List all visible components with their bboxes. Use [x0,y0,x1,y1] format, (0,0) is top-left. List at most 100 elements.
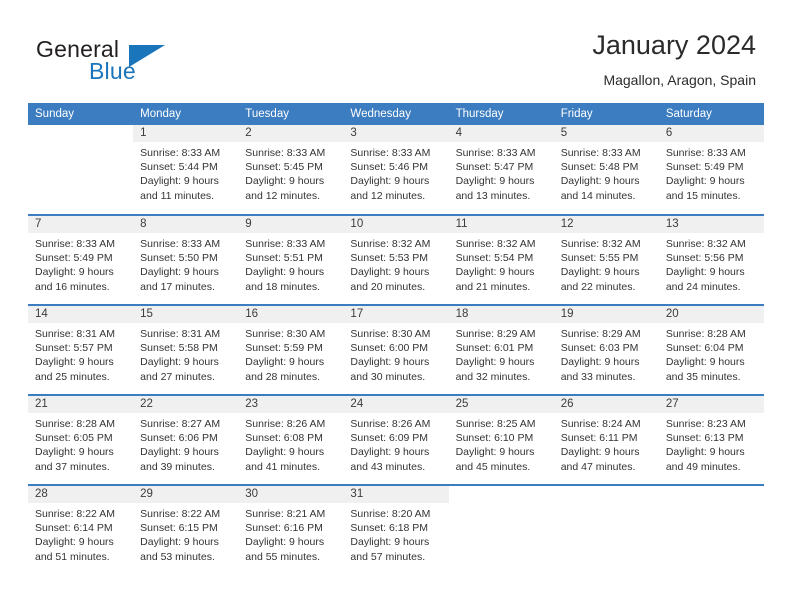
calendar-day[interactable]: 30 Sunrise: 8:21 AM Sunset: 6:16 PM Dayligh… [238,486,344,574]
page-title: January 2024 [592,30,756,60]
calendar-day[interactable]: 20 Sunrise: 8:28 AM Sunset: 6:04 PM Dayligh… [658,306,764,394]
calendar-day[interactable]: 4 Sunrise: 8:33 AM Sunset: 5:47 PM Daylight… [448,125,554,213]
day-details: Sunrise: 8:33 AM Sunset: 5:48 PM Daylight:… [554,142,659,203]
calendar-day[interactable]: 14 Sunrise: 8:31 AM Sunset: 5:57 PM Dayligh… [28,306,134,394]
calendar-day[interactable]: 9 Sunrise: 8:33 AM Sunset: 5:51 PM Daylight… [238,216,344,304]
calendar-day[interactable]: 17 Sunrise: 8:30 AM Sunset: 6:00 PM Dayligh… [343,306,449,394]
sunset-time: Sunset: 5:44 PM [140,161,218,174]
sunrise-time: Sunrise: 8:33 AM [455,147,536,159]
calendar-cell [448,484,554,575]
day-number: 8 [133,216,239,233]
day-number: 3 [343,125,449,142]
daylight-duration-line1: Daylight: 9 hours [35,266,114,279]
calendar-cell: 18 Sunrise: 8:29 AM Sunset: 6:01 PM Dayligh… [448,304,554,395]
calendar-day[interactable]: 3 Sunrise: 8:33 AM Sunset: 5:46 PM Daylight… [343,125,449,213]
weekday-header-monday: Monday [133,103,239,125]
sunrise-time: Sunrise: 8:33 AM [140,147,221,159]
daylight-duration-line2: and 17 minutes. [140,280,215,293]
calendar-day[interactable]: 2 Sunrise: 8:33 AM Sunset: 5:45 PM Daylight… [238,125,344,213]
calendar-day[interactable]: 6 Sunrise: 8:33 AM Sunset: 5:49 PM Daylight… [658,125,764,213]
sunrise-time: Sunrise: 8:23 AM [665,418,746,430]
daylight-duration-line2: and 35 minutes. [665,370,741,383]
daylight-duration-line1: Daylight: 9 hours [455,356,535,369]
calendar-day[interactable]: 31 Sunrise: 8:20 AM Sunset: 6:18 PM Dayligh… [343,486,449,574]
calendar-day[interactable]: 23 Sunrise: 8:26 AM Sunset: 6:08 PM Dayligh… [238,396,344,484]
day-number: 7 [28,216,134,233]
day-details: Sunrise: 8:31 AM Sunset: 5:57 PM Daylight:… [28,323,133,384]
calendar-cell: 28 Sunrise: 8:22 AM Sunset: 6:14 PM Dayligh… [28,484,134,575]
day-number: 18 [448,306,554,323]
calendar-day[interactable]: 7 Sunrise: 8:33 AM Sunset: 5:49 PM Daylight… [28,216,134,304]
brand-logo[interactable]: General Blue [36,36,256,88]
daylight-duration-line2: and 14 minutes. [560,189,636,202]
daylight-duration-line2: and 55 minutes. [245,550,320,563]
calendar-day-empty [659,486,764,574]
calendar-day[interactable]: 29 Sunrise: 8:22 AM Sunset: 6:15 PM Dayligh… [133,486,239,574]
calendar-day[interactable]: 10 Sunrise: 8:32 AM Sunset: 5:53 PM Dayligh… [343,216,449,304]
daylight-duration-line2: and 47 minutes. [560,460,636,473]
sunset-time: Sunset: 6:15 PM [140,522,218,535]
day-details: Sunrise: 8:25 AM Sunset: 6:10 PM Daylight:… [449,413,554,474]
sunset-time: Sunset: 6:01 PM [455,342,534,355]
calendar-day[interactable]: 13 Sunrise: 8:32 AM Sunset: 5:56 PM Dayligh… [658,216,764,304]
calendar-day[interactable]: 25 Sunrise: 8:25 AM Sunset: 6:10 PM Dayligh… [448,396,554,484]
weekday-header-thursday: Thursday [448,103,554,125]
daylight-duration-line1: Daylight: 9 hours [140,536,219,549]
calendar-day[interactable]: 22 Sunrise: 8:27 AM Sunset: 6:06 PM Dayligh… [133,396,239,484]
daylight-duration-line2: and 18 minutes. [245,280,320,293]
calendar-day[interactable]: 21 Sunrise: 8:28 AM Sunset: 6:05 PM Dayligh… [28,396,134,484]
sunset-time: Sunset: 5:47 PM [455,161,534,174]
day-details [449,503,554,507]
sunset-time: Sunset: 5:46 PM [350,161,429,174]
sunset-time: Sunset: 6:08 PM [245,432,323,445]
calendar-day[interactable]: 16 Sunrise: 8:30 AM Sunset: 5:59 PM Dayligh… [238,306,344,394]
calendar-day-empty [28,125,133,213]
day-number: 17 [343,306,449,323]
daylight-duration-line1: Daylight: 9 hours [245,356,325,369]
calendar-cell: 24 Sunrise: 8:26 AM Sunset: 6:09 PM Dayligh… [343,394,449,485]
sunset-time: Sunset: 5:54 PM [455,252,534,265]
calendar-cell [658,484,764,575]
calendar-day[interactable]: 18 Sunrise: 8:29 AM Sunset: 6:01 PM Dayligh… [448,306,554,394]
day-details: Sunrise: 8:33 AM Sunset: 5:49 PM Daylight:… [28,233,133,294]
calendar-cell: 1 Sunrise: 8:33 AM Sunset: 5:44 PM Daylight… [133,125,239,215]
calendar-day[interactable]: 27 Sunrise: 8:23 AM Sunset: 6:13 PM Dayligh… [658,396,764,484]
calendar-day[interactable]: 24 Sunrise: 8:26 AM Sunset: 6:09 PM Dayligh… [343,396,449,484]
day-number: 5 [553,125,659,142]
day-number: 22 [133,396,239,413]
sunrise-time: Sunrise: 8:26 AM [245,418,326,430]
day-details: Sunrise: 8:24 AM Sunset: 6:11 PM Daylight:… [554,413,659,474]
daylight-duration-line2: and 30 minutes. [350,370,426,383]
day-details: Sunrise: 8:23 AM Sunset: 6:13 PM Daylight:… [659,413,764,474]
calendar-day[interactable]: 8 Sunrise: 8:33 AM Sunset: 5:50 PM Daylight… [133,216,239,304]
sunset-time: Sunset: 5:57 PM [35,342,113,355]
sunset-time: Sunset: 5:49 PM [665,161,744,174]
calendar-day[interactable]: 1 Sunrise: 8:33 AM Sunset: 5:44 PM Daylight… [133,125,239,213]
calendar-day[interactable]: 5 Sunrise: 8:33 AM Sunset: 5:48 PM Daylight… [553,125,659,213]
calendar-day[interactable]: 11 Sunrise: 8:32 AM Sunset: 5:54 PM Dayligh… [448,216,554,304]
calendar-day[interactable]: 12 Sunrise: 8:32 AM Sunset: 5:55 PM Dayligh… [553,216,659,304]
calendar-day[interactable]: 19 Sunrise: 8:29 AM Sunset: 6:03 PM Dayligh… [553,306,659,394]
calendar-day[interactable]: 28 Sunrise: 8:22 AM Sunset: 6:14 PM Dayligh… [28,486,134,574]
calendar-day[interactable]: 15 Sunrise: 8:31 AM Sunset: 5:58 PM Dayligh… [133,306,239,394]
sunrise-time: Sunrise: 8:24 AM [560,418,641,430]
daylight-duration-line2: and 49 minutes. [665,460,741,473]
day-number: 29 [133,486,239,503]
sunset-time: Sunset: 5:45 PM [245,161,323,174]
calendar-day-empty [554,486,659,574]
sunrise-time: Sunrise: 8:29 AM [560,328,641,340]
daylight-duration-line2: and 41 minutes. [245,460,320,473]
day-details: Sunrise: 8:31 AM Sunset: 5:58 PM Daylight:… [133,323,238,384]
day-details [28,142,133,146]
daylight-duration-line2: and 43 minutes. [350,460,426,473]
calendar-day[interactable]: 26 Sunrise: 8:24 AM Sunset: 6:11 PM Dayligh… [553,396,659,484]
weekday-header-tuesday: Tuesday [238,103,344,125]
weekday-header-row: Sunday Monday Tuesday Wednesday Thursday… [28,103,764,125]
daylight-duration-line2: and 25 minutes. [35,370,110,383]
day-number: 26 [553,396,659,413]
sunset-time: Sunset: 5:56 PM [665,252,744,265]
calendar-cell: 25 Sunrise: 8:25 AM Sunset: 6:10 PM Dayligh… [448,394,554,485]
day-details [554,503,659,507]
sunset-time: Sunset: 5:48 PM [560,161,639,174]
calendar-cell: 5 Sunrise: 8:33 AM Sunset: 5:48 PM Daylight… [553,125,659,215]
